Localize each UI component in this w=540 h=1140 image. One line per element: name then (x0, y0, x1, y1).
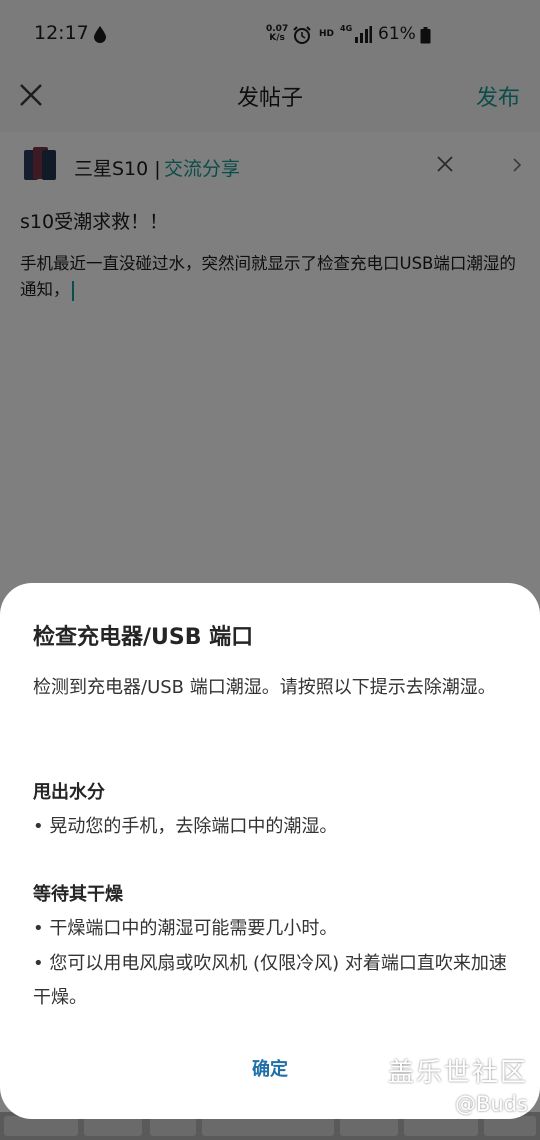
keyboard-key (484, 1116, 536, 1136)
dialog-title: 检查充电器/USB 端口 (33, 625, 254, 650)
keyboard-key (150, 1116, 196, 1136)
keyboard-key (404, 1116, 478, 1136)
usb-moisture-dialog: 检查充电器/USB 端口 检测到充电器/USB 端口潮湿。请按照以下提示去除潮湿… (0, 583, 540, 1119)
section-shake-title: 甩出水分 (33, 782, 105, 803)
confirm-button[interactable]: 确定 (220, 1053, 320, 1087)
keyboard-key (202, 1116, 334, 1136)
watermark-community: 盖乐世社区 (387, 1058, 528, 1088)
keyboard-key (340, 1116, 398, 1136)
watermark-user: @Buds (455, 1092, 528, 1116)
section-dry-item-1: • 干燥端口中的潮湿可能需要几小时。 (33, 918, 338, 939)
section-shake-item: • 晃动您的手机，去除端口中的潮湿。 (33, 816, 338, 837)
section-dry-title: 等待其干燥 (33, 884, 123, 905)
keyboard-key (4, 1116, 78, 1136)
dialog-description: 检测到充电器/USB 端口潮湿。请按照以下提示去除潮湿。 (33, 677, 496, 698)
keyboard-key (84, 1116, 142, 1136)
section-dry-item-2: • 您可以用电风扇或吹风机 (仅限冷风) 对着端口直吹来加速干燥。 (33, 953, 507, 1008)
